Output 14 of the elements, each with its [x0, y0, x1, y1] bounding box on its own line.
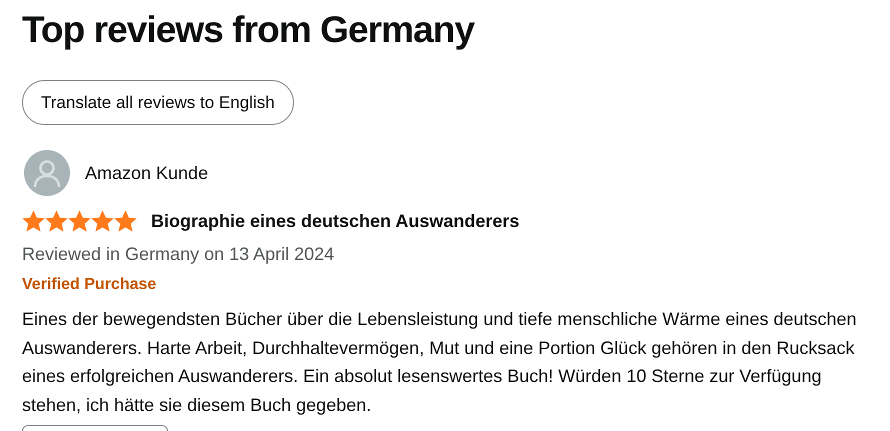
star-icon [45, 210, 68, 233]
person-icon [32, 158, 62, 188]
reviewer-name: Amazon Kunde [85, 162, 208, 184]
review-title[interactable]: Biographie eines deutschen Auswanderers [151, 208, 520, 235]
translate-button[interactable]: Translate all reviews to English [22, 80, 294, 125]
rounded-button[interactable] [22, 425, 168, 431]
review-date: Reviewed in Germany on 13 April 2024 [22, 243, 334, 266]
section-heading: Top reviews from Germany [22, 8, 474, 52]
star-icon [114, 210, 137, 233]
review-text: Eines der bewegendsten Bücher über die Lebensleistung und tiefe menschliche Wärme eines deutschen Auswanderers. Harte Arbeit, Durchhaltevermögen, Mut und eine Portion Glück gehören in den Rucksack eines erfolgreichen Auswanderers. Ein absolut lesenswertes Buch! Würden 10 Sterne zur Verfügung stehen, ich hätte sie diesem Buch gegeben. [22, 308, 858, 417]
verified-purchase-label: Verified Purchase [22, 275, 156, 295]
star-icon [22, 210, 45, 233]
star-icon [68, 210, 91, 233]
star-icon [91, 210, 114, 233]
